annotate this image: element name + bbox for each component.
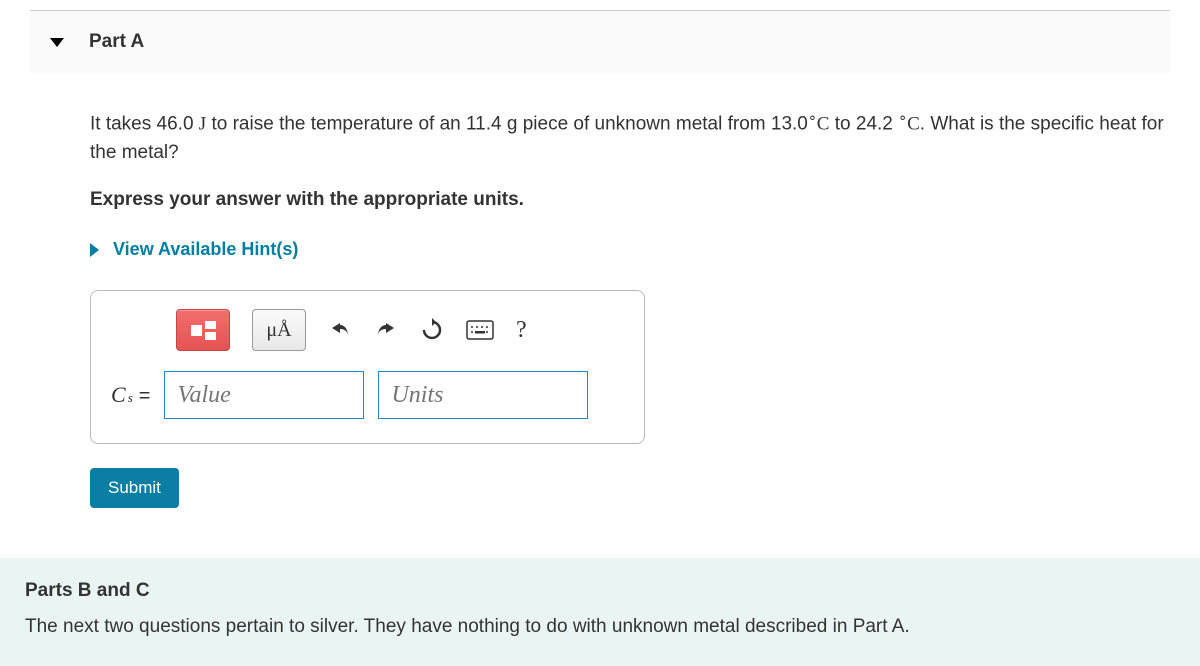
parts-bc-section: Parts B and C The next two questions per… [0,558,1200,666]
help-button[interactable]: ? [516,309,527,351]
parts-bc-text: The next two questions pertain to silver… [25,616,1175,638]
chevron-down-icon [50,38,64,47]
answer-instruction: Express your answer with the appropriate… [90,189,1170,211]
hint-label: View Available Hint(s) [113,239,298,260]
units-input[interactable] [378,371,588,419]
value-input[interactable] [164,371,364,419]
part-a-body: It takes 46.0 J to raise the temperature… [30,73,1170,518]
answer-panel: μÅ ? Cs= [90,290,645,444]
part-a-header[interactable]: Part A [30,11,1170,73]
redo-icon [374,318,398,342]
keyboard-button[interactable] [466,309,494,351]
answer-toolbar: μÅ ? [176,309,624,351]
parts-bc-title: Parts B and C [25,580,1175,602]
part-a-label: Part A [89,31,144,53]
question-text: It takes 46.0 J to raise the temperature… [90,108,1170,167]
redo-button[interactable] [374,309,398,351]
submit-button[interactable]: Submit [90,468,179,508]
chevron-right-icon [90,243,99,257]
templates-button[interactable] [176,309,230,351]
keyboard-icon [466,320,494,340]
undo-icon [328,318,352,342]
undo-button[interactable] [328,309,352,351]
answer-input-row: Cs= [111,371,624,419]
reset-icon [420,318,444,342]
variable-label: Cs= [111,382,150,408]
special-chars-button[interactable]: μÅ [252,309,306,351]
view-hints-toggle[interactable]: View Available Hint(s) [90,239,298,260]
reset-button[interactable] [420,309,444,351]
